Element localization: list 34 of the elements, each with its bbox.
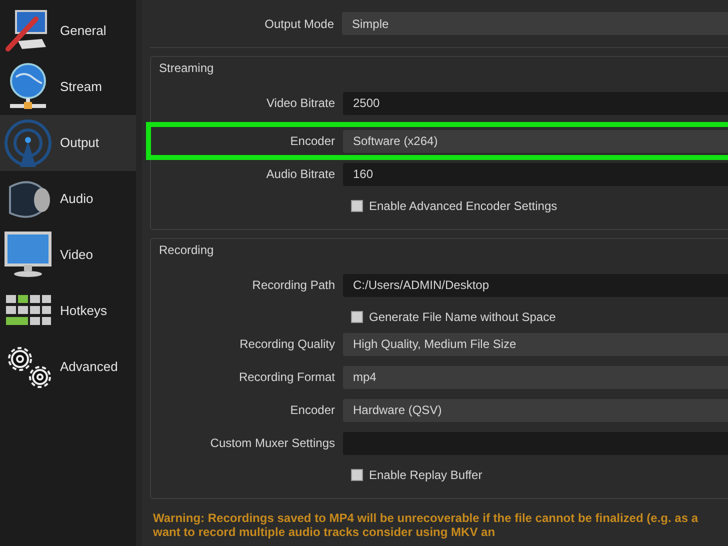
warning-text: Warning: Recordings saved to MP4 will be unrecoverable if the file cannot be finalized (e.g. as a want to record multiple audio tracks consider using MKV an (152, 510, 700, 539)
sidebar-item[interactable]: Stream (0, 59, 136, 115)
field-label: Video Bitrate (266, 95, 336, 112)
antenna-icon (2, 117, 54, 169)
field-label: Custom Muxer Settings (209, 435, 336, 452)
dropdown[interactable]: Simple (342, 12, 728, 35)
group-title: Recording (158, 242, 215, 259)
field-label: Audio Bitrate (265, 166, 336, 183)
field-label: Recording Quality (238, 336, 336, 353)
sidebar-item[interactable]: General (0, 3, 136, 59)
input-field[interactable]: 2500 (343, 92, 728, 114)
checkbox[interactable] (351, 469, 363, 481)
dropdown[interactable]: Software (x264) (343, 130, 728, 152)
field-label: Output Mode (264, 16, 335, 32)
input-field[interactable]: C:/Users/ADMIN/Desktop (343, 274, 728, 296)
sidebar-item[interactable]: Advanced (0, 339, 136, 395)
sidebar-item[interactable]: Video (0, 227, 136, 283)
checkbox[interactable] (351, 311, 363, 323)
checkbox-label: Enable Replay Buffer (369, 467, 482, 484)
dropdown[interactable]: High Quality, Medium File Size (343, 332, 728, 356)
sidebar-item[interactable]: Output (0, 115, 136, 171)
field-label: Recording Format (238, 369, 336, 386)
input-field[interactable]: 160 (343, 162, 728, 186)
field-label: Recording Path (251, 277, 336, 294)
checkbox-label: Generate File Name without Space (369, 309, 556, 326)
checkbox-label: Enable Advanced Encoder Settings (369, 198, 558, 215)
field-label: Encoder (289, 133, 336, 150)
sidebar-item[interactable]: Hotkeys (0, 283, 136, 339)
dropdown[interactable]: mp4 (343, 366, 728, 388)
field-label: Encoder (289, 402, 336, 419)
group-title: Streaming (158, 60, 215, 77)
dropdown[interactable]: Hardware (QSV) (343, 398, 728, 422)
checkbox[interactable] (351, 200, 363, 212)
sidebar-item[interactable]: Audio (0, 171, 136, 227)
